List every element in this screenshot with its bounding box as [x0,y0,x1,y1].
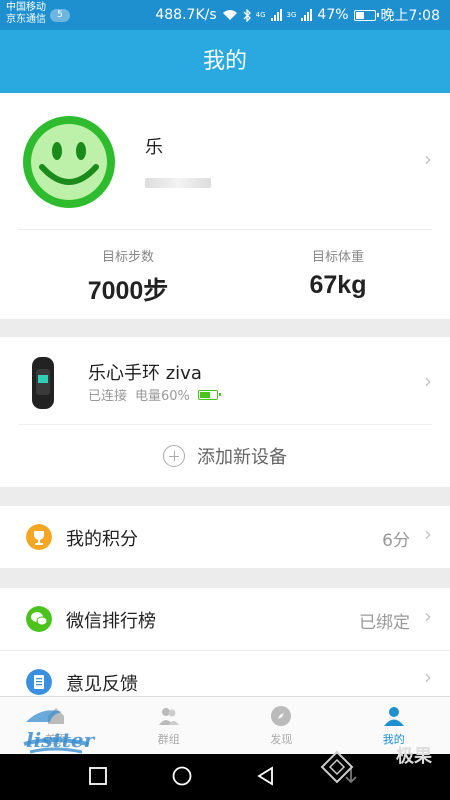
jiguo-logo-icon [320,750,354,784]
profile-card: 乐 › 目标步数 7000步 目标体重 67kg [0,93,450,319]
connection-status: 已连接 [88,389,128,404]
chevron-right-icon[interactable]: › [424,147,432,171]
group-icon [158,707,179,725]
net-type-2: 3G [286,11,297,19]
goal-steps[interactable]: 目标步数 7000步 [28,246,228,307]
wechat-rank-value: 已绑定 [359,613,410,633]
goal-weight-label: 目标体重 [311,250,364,265]
feedback-row[interactable]: 意见反馈 › [0,651,450,696]
net-speed: 488.7K/s [155,7,217,23]
add-device-label: 添加新设备 [197,447,287,468]
plus-circle-icon [163,445,185,467]
document-icon [26,669,52,695]
person-icon [383,706,404,726]
watermark-left: listter [26,728,95,752]
carrier-line-1: 中国移动 [6,2,46,13]
carrier-label: 中国移动 京东通信 [6,2,46,26]
profile-id-blurred [145,178,211,188]
feedback-label: 意见反馈 [66,674,138,695]
page-title: 我的 [0,30,450,93]
goal-steps-value: 7000步 [87,277,169,305]
clock: 晚上7:08 [380,8,440,24]
wechat-icon [26,606,52,632]
points-value: 6分 [382,531,410,551]
add-device-button[interactable]: 添加新设备 [0,425,450,487]
sim-badge: 5 [50,9,70,22]
compass-icon [271,705,292,726]
battery-percent: 47% [317,7,349,23]
wechat-rank-row[interactable]: 微信排行榜 已绑定 › [0,588,450,650]
battery-label: 电量60% [135,389,190,404]
device-battery-icon [197,389,221,400]
battery-icon [353,9,379,21]
chevron-right-icon: › [424,665,432,689]
smiley-face-avatar-icon[interactable] [22,115,116,209]
home-button-icon[interactable] [172,766,192,786]
nav-group-label: 群组 [157,732,180,746]
device-status: 已连接 电量60% [88,385,221,404]
points-row[interactable]: 我的积分 6分 › [0,506,450,568]
watermark-right: 极果 [396,746,432,767]
chevron-right-icon: › [424,522,432,546]
goal-steps-label: 目标步数 [101,250,154,265]
system-nav-bar [0,754,450,800]
status-bar: 中国移动 京东通信 5 488.7K/s 4G 3G 47% 晚上7:08 [0,0,450,30]
nav-group[interactable]: 群组 [113,697,226,754]
recent-apps-icon[interactable] [88,766,108,786]
device-card: 乐心手环 ziva 已连接 电量60% › 添加新设备 [0,337,450,487]
points-label: 我的积分 [66,529,138,550]
bluetooth-icon [243,8,251,22]
nav-discover-label: 发现 [270,732,293,746]
signal-icon [270,9,282,21]
signal-icon-2 [301,9,313,21]
carrier-line-2: 京东通信 [6,14,46,25]
divider [18,229,432,230]
profile-name: 乐 [145,137,163,158]
wristband-icon [32,357,54,409]
goal-weight[interactable]: 目标体重 67kg [238,246,438,300]
chevron-right-icon: › [424,604,432,628]
back-icon[interactable] [256,766,276,786]
goal-weight-value: 67kg [309,271,367,299]
trophy-icon [26,524,52,550]
device-name[interactable]: 乐心手环 ziva [88,359,202,385]
wechat-rank-label: 微信排行榜 [66,611,156,632]
net-type-1: 4G [255,11,266,19]
chevron-right-icon[interactable]: › [424,369,432,393]
wifi-icon [222,10,237,20]
